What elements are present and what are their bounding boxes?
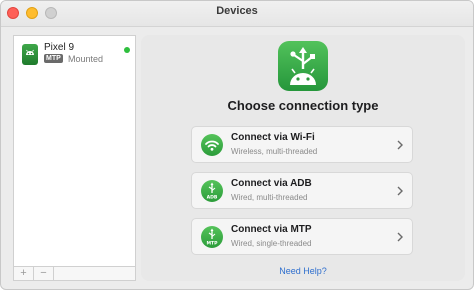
app-logo-icon (278, 41, 328, 91)
sidebar-footer: + − (14, 266, 135, 280)
connected-status-dot (124, 47, 130, 53)
connect-mtp-button[interactable]: MTP Connect via MTP Wired, single-thread… (191, 218, 413, 255)
page-title: Choose connection type (227, 98, 379, 113)
usb-adb-icon: ADB (201, 180, 223, 202)
connect-adb-button[interactable]: ADB Connect via ADB Wired, multi-threade… (191, 172, 413, 209)
chevron-right-icon (397, 232, 403, 242)
option-title: Connect via Wi-Fi (231, 132, 315, 143)
device-status: Mounted (68, 54, 104, 64)
usb-mtp-icon: MTP (201, 226, 223, 248)
device-sidebar: Pixel 9 MTP Mounted + − (13, 35, 136, 281)
add-device-button[interactable]: + (14, 267, 34, 280)
android-device-icon (22, 44, 38, 65)
chevron-right-icon (397, 186, 403, 196)
connect-wifi-button[interactable]: Connect via Wi-Fi Wireless, multi-thread… (191, 126, 413, 163)
chevron-right-icon (397, 140, 403, 150)
option-subtitle: Wireless, multi-threaded (231, 147, 318, 156)
mode-badge: MTP (44, 54, 63, 63)
option-title: Connect via MTP (231, 224, 312, 235)
option-subtitle: Wired, single-threaded (231, 239, 312, 248)
connection-panel: Choose connection type Connect via Wi-Fi… (141, 35, 465, 281)
mtp-badge-text: MTP (206, 241, 218, 247)
device-name: Pixel 9 (44, 42, 75, 53)
remove-device-button[interactable]: − (34, 267, 54, 280)
wifi-icon (201, 134, 223, 156)
need-help-link[interactable]: Need Help? (141, 266, 465, 276)
window-title: Devices (216, 5, 258, 17)
title-bar: Devices (1, 1, 473, 27)
option-title: Connect via ADB (231, 178, 312, 189)
device-list-item[interactable]: Pixel 9 MTP Mounted (20, 41, 132, 69)
option-subtitle: Wired, multi-threaded (231, 193, 308, 202)
devices-window: Devices Pixel 9 MTP Mounted + − Choose c… (0, 0, 474, 290)
adb-badge-text: ADB (207, 195, 218, 201)
